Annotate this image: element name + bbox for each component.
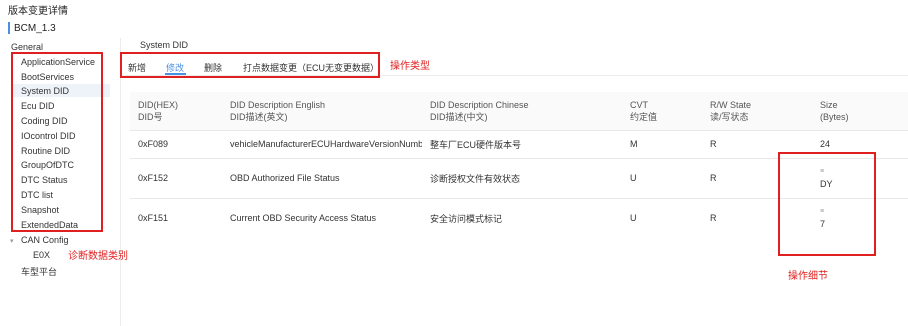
cell-cvt: U (622, 157, 702, 198)
annotation-label-diag-category: 诊断数据类别 (68, 251, 128, 262)
col-header-did: DID(HEX) DID号 (130, 92, 222, 130)
annotation-box-sidebar (11, 52, 103, 232)
annotation-box-size (778, 152, 876, 256)
cell-did: 0xF089 (130, 129, 222, 158)
col-header-desc-en: DID Description English DID描述(英文) (222, 92, 422, 130)
cell-desc-en: Current OBD Security Access Status (222, 197, 422, 238)
sidebar-item-general[interactable]: General (11, 42, 43, 52)
col-header-cvt: CVT 约定值 (622, 92, 702, 130)
annotation-label-op-type: 操作类型 (390, 61, 430, 72)
col-header-desc-cn: DID Description Chinese DID描述(中文) (422, 92, 622, 130)
tree-item-platform[interactable]: 车型平台 (21, 265, 57, 278)
page-title: 版本变更详情 (8, 6, 68, 17)
caret-down-icon[interactable]: ▾ (10, 237, 14, 245)
annotation-box-tabs (120, 52, 380, 78)
cell-did: 0xF152 (130, 157, 222, 198)
cell-cvt: M (622, 129, 702, 158)
cell-desc-cn: 安全访问模式标记 (422, 197, 622, 238)
cell-desc-en: vehicleManufacturerECUHardwareVersionNum… (222, 129, 422, 158)
content-divider (120, 38, 121, 326)
table-header-row: DID(HEX) DID号 DID Description English DID描… (130, 92, 908, 130)
col-header-rw: R/W State 读/写状态 (702, 92, 812, 130)
col-header-size: Size (Bytes) (812, 92, 908, 130)
cell-desc-cn: 诊断授权文件有效状态 (422, 157, 622, 198)
cell-did: 0xF151 (130, 197, 222, 238)
annotation-label-op-detail: 操作细节 (788, 271, 828, 282)
tree-item-can-config[interactable]: CAN Config (21, 235, 69, 245)
cell-cvt: U (622, 197, 702, 238)
section-title: System DID (140, 40, 189, 50)
version-name: BCM_1.3 (14, 23, 56, 34)
version-accent-bar (8, 22, 10, 34)
cell-desc-en: OBD Authorized File Status (222, 157, 422, 198)
cell-desc-cn: 整车厂ECU硬件版本号 (422, 129, 622, 158)
tree-item-eox[interactable]: E0X (33, 250, 50, 260)
